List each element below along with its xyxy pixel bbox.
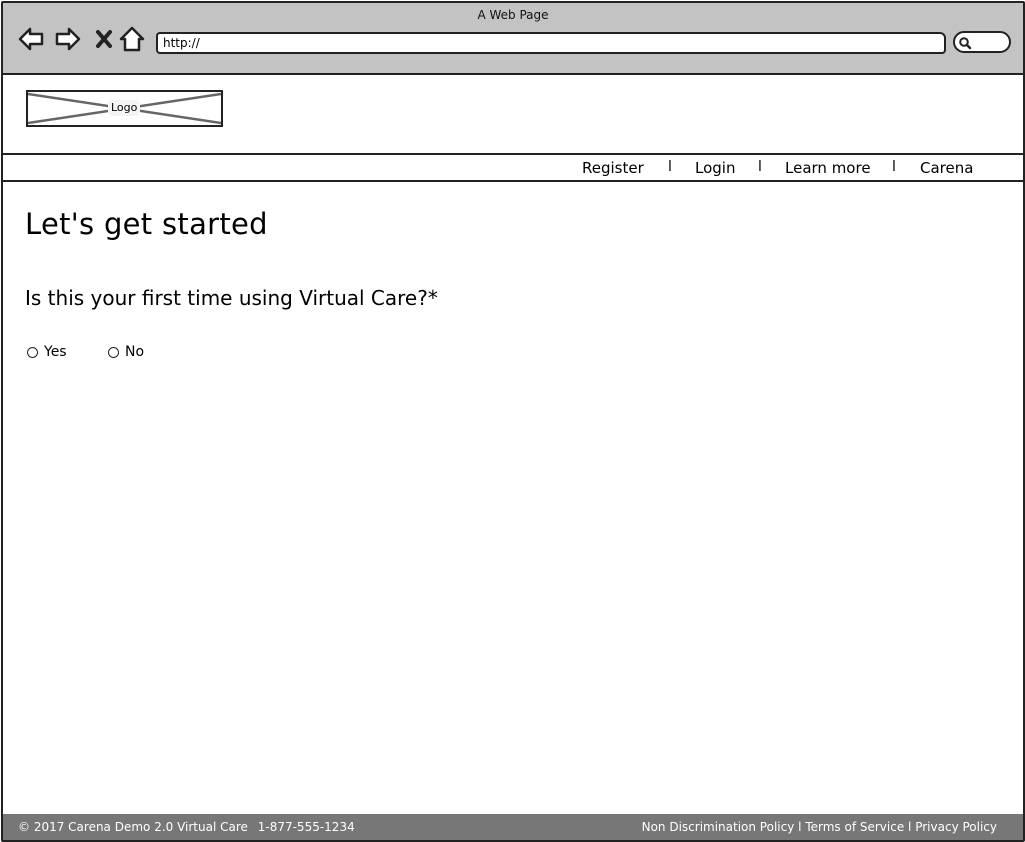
radio-yes-label: Yes — [44, 344, 67, 360]
first-time-question: Is this your first time using Virtual Ca… — [25, 286, 438, 310]
terms-of-service-link[interactable]: Terms of Service — [805, 820, 904, 834]
radio-no-label: No — [125, 344, 145, 360]
nav-separator: l — [758, 159, 762, 175]
browser-window: A Web Page http:// Logo Register l Login… — [1, 1, 1025, 842]
logo-placeholder: Logo — [26, 90, 223, 127]
radio-circle-icon[interactable] — [27, 346, 38, 358]
browser-chrome: A Web Page http:// — [3, 3, 1023, 75]
nav-separator: l — [892, 159, 896, 175]
back-arrow-icon[interactable] — [17, 25, 45, 53]
browser-search-field[interactable] — [953, 31, 1011, 53]
footer-separator: l — [908, 820, 912, 834]
url-input[interactable]: http:// — [156, 32, 946, 54]
logo-label: Logo — [108, 100, 141, 116]
footer-phone: 1-877-555-1234 — [257, 820, 355, 834]
nav-learn-more-link[interactable]: Learn more — [785, 159, 871, 177]
footer-info: © 2017 Carena Demo 2.0 Virtual Care 1-87… — [18, 820, 361, 834]
privacy-policy-link[interactable]: Privacy Policy — [915, 820, 997, 834]
forward-arrow-icon[interactable] — [54, 25, 82, 53]
radio-no[interactable]: No — [108, 344, 144, 360]
footer-links: Non Discrimination Policy l Terms of Ser… — [642, 820, 997, 834]
nav-register-link[interactable]: Register — [582, 159, 644, 177]
close-icon[interactable] — [91, 25, 119, 53]
non-discrimination-link[interactable]: Non Discrimination Policy — [642, 820, 795, 834]
radio-circle-icon[interactable] — [108, 346, 119, 358]
footer: © 2017 Carena Demo 2.0 Virtual Care 1-87… — [3, 814, 1023, 840]
footer-separator: l — [798, 820, 802, 834]
nav-login-link[interactable]: Login — [695, 159, 735, 177]
radio-yes[interactable]: Yes — [27, 344, 67, 360]
top-nav: Register l Login l Learn more l Carena — [3, 153, 1023, 182]
page-title: Let's get started — [25, 207, 268, 241]
nav-separator: l — [668, 159, 672, 175]
window-title: A Web Page — [477, 8, 549, 22]
search-icon — [959, 37, 972, 50]
home-icon[interactable] — [118, 25, 146, 53]
footer-copyright: © 2017 Carena Demo 2.0 Virtual Care — [18, 820, 248, 834]
nav-carena-link[interactable]: Carena — [920, 159, 973, 177]
